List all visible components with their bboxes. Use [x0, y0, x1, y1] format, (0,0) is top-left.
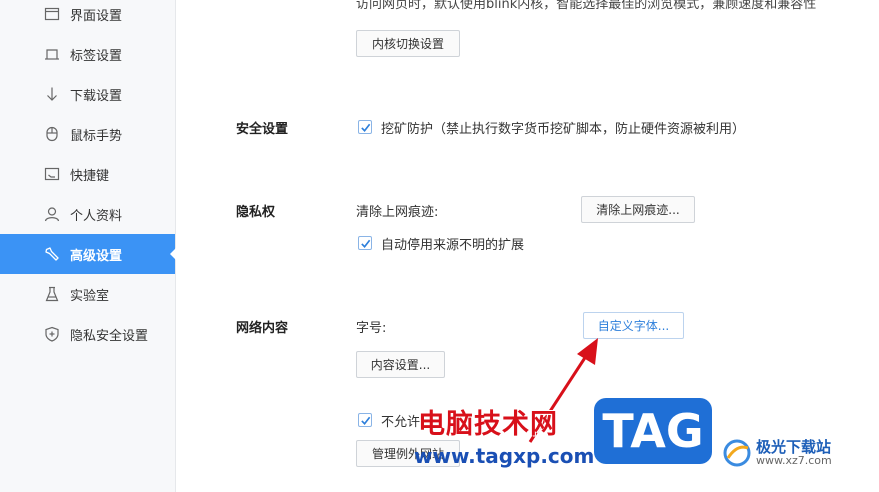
tag-badge-logo: TAG — [594, 398, 712, 464]
watermark-site-name: 电脑技术网 — [418, 409, 558, 440]
logo-url: www.xz7.com — [756, 454, 832, 467]
watermark-site-url: www.tagxp.com — [414, 444, 595, 468]
logo-name: 极光下载站 — [756, 438, 832, 456]
xz7-logo: 极光下载站 www.xz7.com — [722, 438, 832, 468]
aurora-logo-icon — [723, 439, 751, 467]
